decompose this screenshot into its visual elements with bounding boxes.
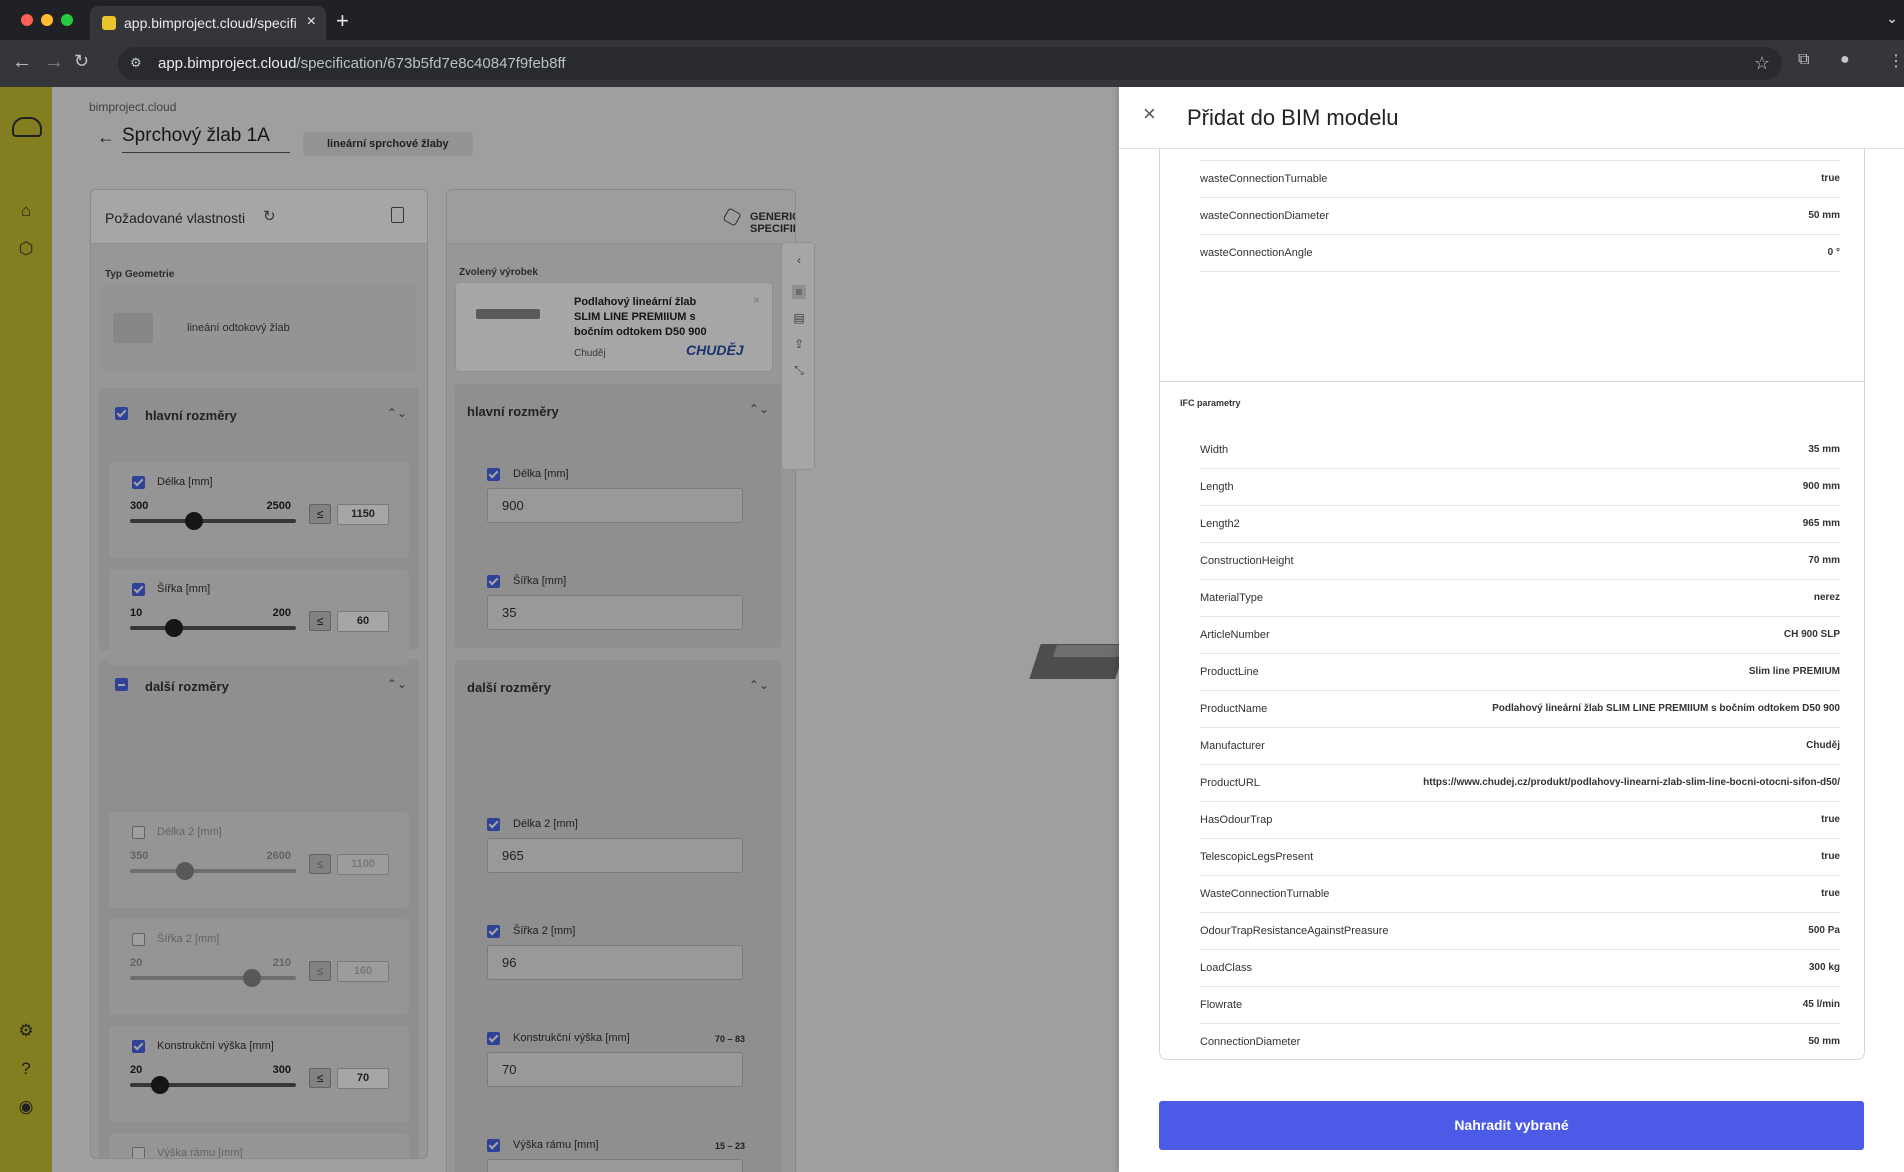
drawer-footer: Nahradit vybrané <box>1119 1085 1904 1172</box>
tab-list-chevron-icon[interactable]: ⌄ <box>1886 10 1898 27</box>
parameter-name: Length <box>1200 481 1234 493</box>
parameter-value: 45 l/min <box>1802 999 1840 1010</box>
parameter-value: true <box>1821 173 1840 184</box>
parameter-name: Manufacturer <box>1200 740 1265 752</box>
parameter-name: Length2 <box>1200 518 1240 530</box>
parameter-value: 70 mm <box>1808 555 1840 566</box>
parameter-row: Manufacturer Chuděj <box>1200 728 1840 765</box>
url-path: /specification/673b5fd7e8c40847f9feb8ff <box>296 55 566 72</box>
parameter-row: wasteConnectionAngle 0 ° <box>1200 235 1840 272</box>
parameter-value: 900 mm <box>1802 481 1840 492</box>
window-minimize-button[interactable] <box>41 14 53 26</box>
parameter-value: https://www.chudej.cz/produkt/podlahovy-… <box>1423 777 1840 788</box>
parameter-value: true <box>1821 888 1840 899</box>
add-to-bim-drawer: × Přidat do BIM modelu wasteConnectionTu… <box>1119 87 1904 1172</box>
drawer-title: Přidat do BIM modelu <box>1187 105 1399 130</box>
parameter-name: ProductLine <box>1200 666 1259 678</box>
parameter-value: Chuděj <box>1806 740 1840 751</box>
parameter-name: OdourTrapResistanceAgainstPreasure <box>1200 925 1389 937</box>
parameter-row: MaterialType nerez <box>1200 580 1840 617</box>
profile-icon[interactable]: ● <box>1840 51 1850 69</box>
parameter-row: Flowrate 45 l/min <box>1200 987 1840 1024</box>
window-close-button[interactable] <box>21 14 33 26</box>
clipped-row <box>1200 149 1840 161</box>
parameter-name: HasOdourTrap <box>1200 814 1273 826</box>
browser-tab[interactable]: app.bimproject.cloud/specific × <box>90 6 326 40</box>
parameter-row: ProductLine Slim line PREMIUM <box>1200 654 1840 691</box>
parameter-value: true <box>1821 851 1840 862</box>
url-host: app.bimproject.cloud <box>158 55 297 72</box>
parameter-name: ArticleNumber <box>1200 629 1270 641</box>
parameter-value: 50 mm <box>1808 1036 1840 1047</box>
parameter-name: wasteConnectionTurnable <box>1200 173 1328 185</box>
parameter-value: true <box>1821 814 1840 825</box>
parameter-row: Length2 965 mm <box>1200 506 1840 543</box>
parameter-name: wasteConnectionDiameter <box>1200 210 1330 222</box>
browser-toolbar: ← → ↻ ⚙ app.bimproject.cloud/specificati… <box>0 40 1904 87</box>
parameter-value: 50 mm <box>1808 210 1840 221</box>
parameter-row: wasteConnectionDiameter 50 mm <box>1200 198 1840 235</box>
address-url: app.bimproject.cloud/specification/673b5… <box>158 55 566 72</box>
parameter-row: WasteConnectionTurnable true <box>1200 876 1840 913</box>
parameter-name: ProductName <box>1200 703 1268 715</box>
parameter-name: wasteConnectionAngle <box>1200 247 1313 259</box>
bookmark-star-icon[interactable]: ☆ <box>1754 53 1770 74</box>
parameter-value: 965 mm <box>1802 518 1840 529</box>
browser-menu-icon[interactable]: ⋮ <box>1888 51 1904 71</box>
parameter-value: Podlahový lineární žlab SLIM LINE PREMII… <box>1492 703 1840 714</box>
parameter-row: ProductName Podlahový lineární žlab SLIM … <box>1200 691 1840 728</box>
parameter-name: WasteConnectionTurnable <box>1200 888 1330 900</box>
site-favicon-icon <box>102 16 116 30</box>
parameter-name: ProductURL <box>1200 777 1260 789</box>
window-maximize-button[interactable] <box>61 14 73 26</box>
parameter-name: LoadClass <box>1200 962 1252 974</box>
section-divider <box>1160 381 1864 382</box>
parameter-list[interactable]: wasteConnectionTurnable true wasteConnecti… <box>1159 149 1865 1060</box>
parameter-name: MaterialType <box>1200 592 1263 604</box>
site-info-icon[interactable]: ⚙ <box>130 55 144 70</box>
parameter-row: LoadClass 300 kg <box>1200 950 1840 987</box>
modal-backdrop[interactable] <box>0 87 1119 1172</box>
extensions-icon[interactable]: ⧉ <box>1798 51 1809 69</box>
parameter-value: CH 900 SLP <box>1783 629 1840 640</box>
new-tab-icon[interactable]: + <box>336 8 349 34</box>
parameter-name: Width <box>1200 444 1229 456</box>
parameter-row: TelescopicLegsPresent true <box>1200 839 1840 876</box>
tab-close-icon[interactable]: × <box>307 13 316 31</box>
back-arrow-icon[interactable]: ← <box>12 51 32 74</box>
close-icon[interactable]: × <box>1143 103 1156 125</box>
parameter-row: ConstructionHeight 70 mm <box>1200 543 1840 580</box>
tab-title: app.bimproject.cloud/specific <box>124 15 296 31</box>
parameter-value: 300 kg <box>1808 962 1840 973</box>
parameter-value: 0 ° <box>1827 247 1840 258</box>
address-bar[interactable]: ⚙ app.bimproject.cloud/specification/673… <box>118 47 1782 80</box>
parameter-name: ConstructionHeight <box>1200 555 1294 567</box>
parameter-row: ProductURL https://www.chudej.cz/produkt/… <box>1200 765 1840 802</box>
parameter-value: Slim line PREMIUM <box>1748 666 1840 677</box>
parameter-row: ArticleNumber CH 900 SLP <box>1200 617 1840 654</box>
parameter-row: Width 35 mm <box>1200 432 1840 469</box>
parameter-row: OdourTrapResistanceAgainstPreasure 500 Pa <box>1200 913 1840 950</box>
parameter-name: TelescopicLegsPresent <box>1200 851 1314 863</box>
parameter-value: 500 Pa <box>1808 925 1840 936</box>
reload-icon[interactable]: ↻ <box>74 51 89 72</box>
replace-selected-button[interactable]: Nahradit vybrané <box>1159 1101 1864 1150</box>
parameter-row: ConnectionDiameter 50 mm <box>1200 1024 1840 1059</box>
browser-tabbar: app.bimproject.cloud/specific × + ⌄ <box>0 0 1904 40</box>
parameter-row: Length 900 mm <box>1200 469 1840 506</box>
parameter-name: ConnectionDiameter <box>1200 1036 1301 1048</box>
drawer-header: × Přidat do BIM modelu <box>1119 87 1904 149</box>
parameter-row: wasteConnectionTurnable true <box>1200 161 1840 198</box>
ifc-section-title: IFC parametry <box>1180 398 1241 408</box>
parameter-name: Flowrate <box>1200 999 1243 1011</box>
parameter-row: HasOdourTrap true <box>1200 802 1840 839</box>
parameter-value: 35 mm <box>1808 444 1840 455</box>
app-window: ⌂ ⬡ ⚙ ? ◉ bimproject.cloud ← Sprchový žl… <box>0 87 1904 1172</box>
parameter-value: nerez <box>1813 592 1840 603</box>
forward-arrow-icon[interactable]: → <box>44 51 64 74</box>
